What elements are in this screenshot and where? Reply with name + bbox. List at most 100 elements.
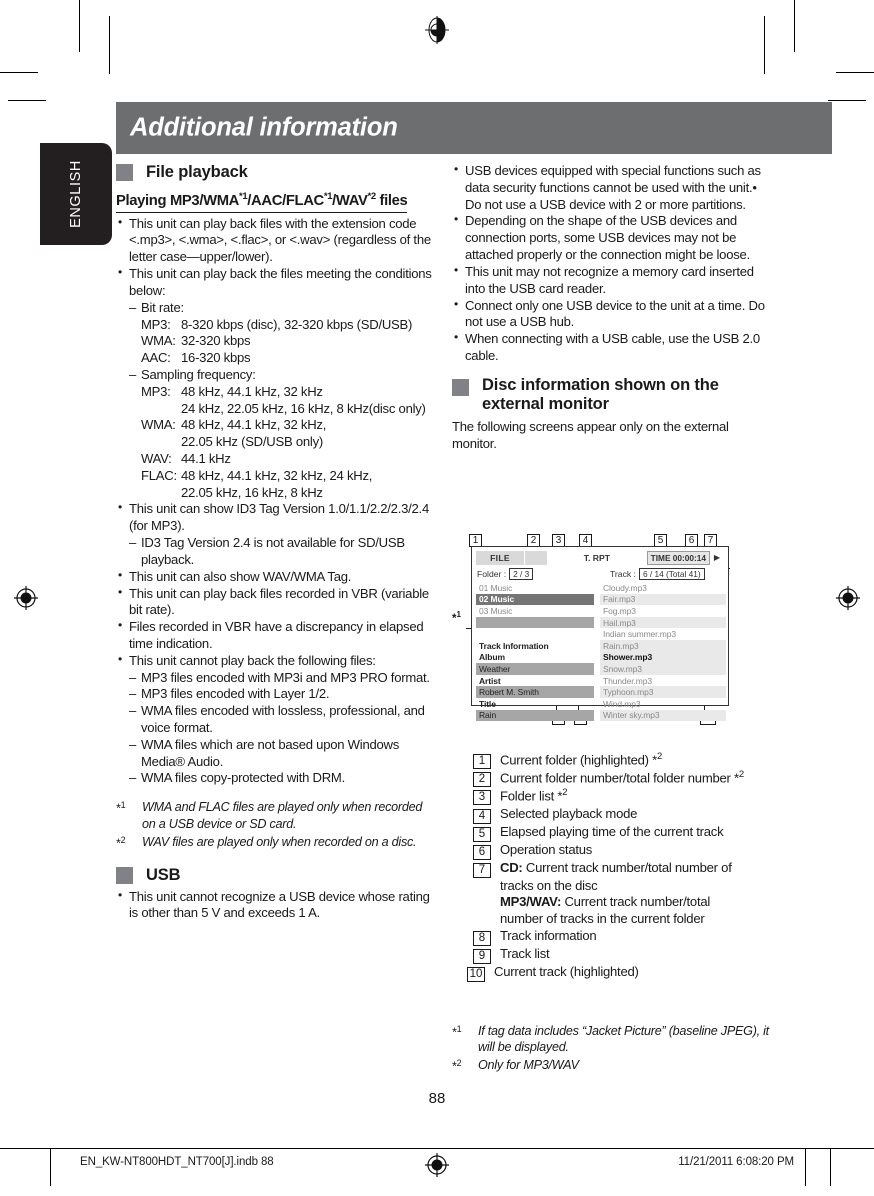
dash-item-id3: ID3 Tag Version 2.4 is not available for… <box>129 535 434 569</box>
footnote-marker: *1 <box>452 1024 462 1040</box>
track-list-item[interactable]: Snow.mp3 <box>600 663 726 675</box>
track-info-value: Robert M. Smith <box>476 686 594 698</box>
external-monitor-figure: *1 1 2 3 4 5 6 7 8 9 10 FILE T. <box>452 534 772 734</box>
legend-mp3wav-rest: Current track number/total <box>561 894 711 910</box>
track-info-value: Weather <box>476 663 594 675</box>
legend-continuation: number of tracks in the current folder <box>500 911 705 927</box>
spec-value: 24 kHz, 22.05 kHz, 16 kHz, 8 kHz(disc on… <box>181 400 426 416</box>
legend-number: 2 <box>470 769 494 788</box>
track-list-item[interactable]: Rain.mp3 <box>600 639 726 652</box>
legend-text: Selected playback mode <box>500 805 638 821</box>
crop-mark-tl-v <box>79 0 80 52</box>
legend-text: Track list <box>500 945 550 961</box>
section-heading-label: USB <box>146 865 181 884</box>
registration-mark-top <box>424 16 450 44</box>
track-list-item[interactable]: Cloudy.mp3 <box>600 582 726 594</box>
dash-item-cannot-2: MP3 files encoded with Layer 1/2. <box>129 686 434 703</box>
track-header: Track : 6 / 14 (Total 41) <box>610 568 705 580</box>
crop-mark-tl-v2 <box>109 16 110 74</box>
track-list-item[interactable]: Wind.mp3 <box>600 698 726 710</box>
footnote-text: Only for MP3/WAV <box>478 1058 579 1073</box>
elapsed-time-label: TIME 00:00:14 <box>646 550 710 565</box>
folder-list-empty-row <box>476 628 594 640</box>
list-item: This unit cannot play back the following… <box>116 652 434 670</box>
legend-row: 5 Elapsed playing time of the current tra… <box>452 824 772 842</box>
spec-value: 32-320 kbps <box>181 333 251 349</box>
track-label: Track : <box>610 569 636 579</box>
list-item: This unit can play back the files meetin… <box>116 265 434 300</box>
legend-number: 8 <box>470 928 494 946</box>
spec-value: 22.05 kHz (SD/USB only) <box>181 434 323 450</box>
legend-number: 10 <box>464 964 488 982</box>
right-footnotes: *1 If tag data includes “Jacket Picture”… <box>452 1021 772 1075</box>
dash-item-cannot-5: WMA files copy-protected with DRM. <box>129 770 434 787</box>
id3-bullets: This unit can show ID3 Tag Version 1.0/1… <box>116 500 434 535</box>
footnote-marker: *2 <box>452 1058 462 1075</box>
section-heading-label: File playback <box>146 163 248 181</box>
legend-number: 3 <box>470 787 494 806</box>
legend-row: 3 Folder list *2 <box>452 787 772 806</box>
disc-intro-text: The following screens appear only on the… <box>452 418 729 451</box>
footer-filename: EN_KW-NT800HDT_NT700[J].indb 88 <box>80 1156 274 1168</box>
track-list-item[interactable]: Thunder.mp3 <box>600 675 726 687</box>
track-list-item[interactable]: Fair.mp3 <box>600 593 726 606</box>
usb-bullets: This unit cannot recognize a USB device … <box>116 888 434 923</box>
list-item: This unit can show ID3 Tag Version 1.0/1… <box>116 500 434 535</box>
section-square-icon <box>116 866 133 884</box>
track-list-item[interactable]: Winter sky.mp3 <box>600 709 726 722</box>
page-number: 88 <box>428 1090 446 1107</box>
legend-continuation: MP3/WAV: Current track number/total <box>500 894 772 911</box>
footnote-text: WMA and FLAC files are played only when … <box>142 800 423 831</box>
file-label: FILE <box>476 550 524 565</box>
crop-mark-tr-h <box>836 72 874 73</box>
spec-key: AAC: <box>141 350 171 366</box>
list-item: USB devices equipped with special functi… <box>452 162 772 213</box>
legend-number: 4 <box>470 806 494 824</box>
track-list-item[interactable]: Hail.mp3 <box>600 616 726 629</box>
dash-item-cannot-4: WMA files which are not based upon Windo… <box>129 737 434 771</box>
dash-item-bitrate: Bit rate: <box>129 300 434 317</box>
track-list-item[interactable]: Indian summer.mp3 <box>600 628 726 640</box>
legend-mp3wav-label: MP3/WAV: <box>500 894 562 910</box>
legend-text: CD: Current track number/total number of <box>494 860 772 877</box>
print-footer: EN_KW-NT800HDT_NT700[J].indb 88 11/21/20… <box>0 1148 874 1188</box>
footnote-2: *2 WAV files are played only when record… <box>116 834 434 852</box>
legend-row: 2 Current folder number/total folder numb… <box>452 769 772 788</box>
legend-text: Current folder (highlighted) *2 <box>500 751 663 768</box>
legend-row: 4 Selected playback mode <box>452 806 772 824</box>
left-column: File playback Playing MP3/WMA*1/AAC/FLAC… <box>116 163 434 922</box>
folder-list-item[interactable]: 01 Music <box>476 582 594 594</box>
folder-list-item[interactable]: 03 Music <box>476 605 594 617</box>
language-tab: ENGLISH <box>40 143 112 245</box>
folder-list-item-selected[interactable]: 02 Music <box>476 593 594 606</box>
footnote-text: WAV files are played only when recorded … <box>142 834 417 849</box>
legend-text: Operation status <box>500 841 593 857</box>
screen-top-bar: FILE T. RPT TIME 00:00:14 ▶ <box>476 550 724 565</box>
spec-row: FLAC: 48 kHz, 44.1 kHz, 32 kHz, 24 kHz, <box>141 468 434 485</box>
spec-row-cont: 22.05 kHz, 16 kHz, 8 kHz <box>181 485 434 502</box>
list-item: Depending on the shape of the USB device… <box>452 212 772 263</box>
spec-row: WAV: 44.1 kHz <box>141 451 434 468</box>
dash-item-sampling: Sampling frequency: <box>129 367 434 384</box>
track-info-value: Rain <box>476 709 594 722</box>
spec-row-cont: 24 kHz, 22.05 kHz, 16 kHz, 8 kHz(disc on… <box>181 401 434 418</box>
legend-text: Current track (highlighted) <box>494 963 639 979</box>
crop-mark-tr-h2 <box>828 100 866 101</box>
folder-label: Folder : <box>477 569 507 579</box>
language-tab-label: ENGLISH <box>68 160 84 228</box>
registration-mark-left <box>13 585 39 611</box>
registration-mark-right <box>835 585 861 611</box>
spec-row: WMA: 48 kHz, 44.1 kHz, 32 kHz, <box>141 417 434 434</box>
spec-key: MP3: <box>141 316 171 332</box>
spec-row: WMA: 32-320 kbps <box>141 333 434 350</box>
track-list-item-current[interactable]: Shower.mp3 <box>600 651 726 664</box>
track-list-item[interactable]: Fog.mp3 <box>600 605 726 617</box>
spec-value: 48 kHz, 44.1 kHz, 32 kHz, <box>181 417 327 433</box>
legend-number: 9 <box>470 946 494 964</box>
section-heading-file-playback: File playback <box>116 163 434 182</box>
crop-mark-tl-h2 <box>8 100 46 101</box>
right-column: USB devices equipped with special functi… <box>452 162 772 452</box>
track-list-item[interactable]: Typhoon.mp3 <box>600 686 726 698</box>
spec-row: AAC: 16-320 kbps <box>141 350 434 367</box>
legend-text: Track information <box>500 927 597 943</box>
